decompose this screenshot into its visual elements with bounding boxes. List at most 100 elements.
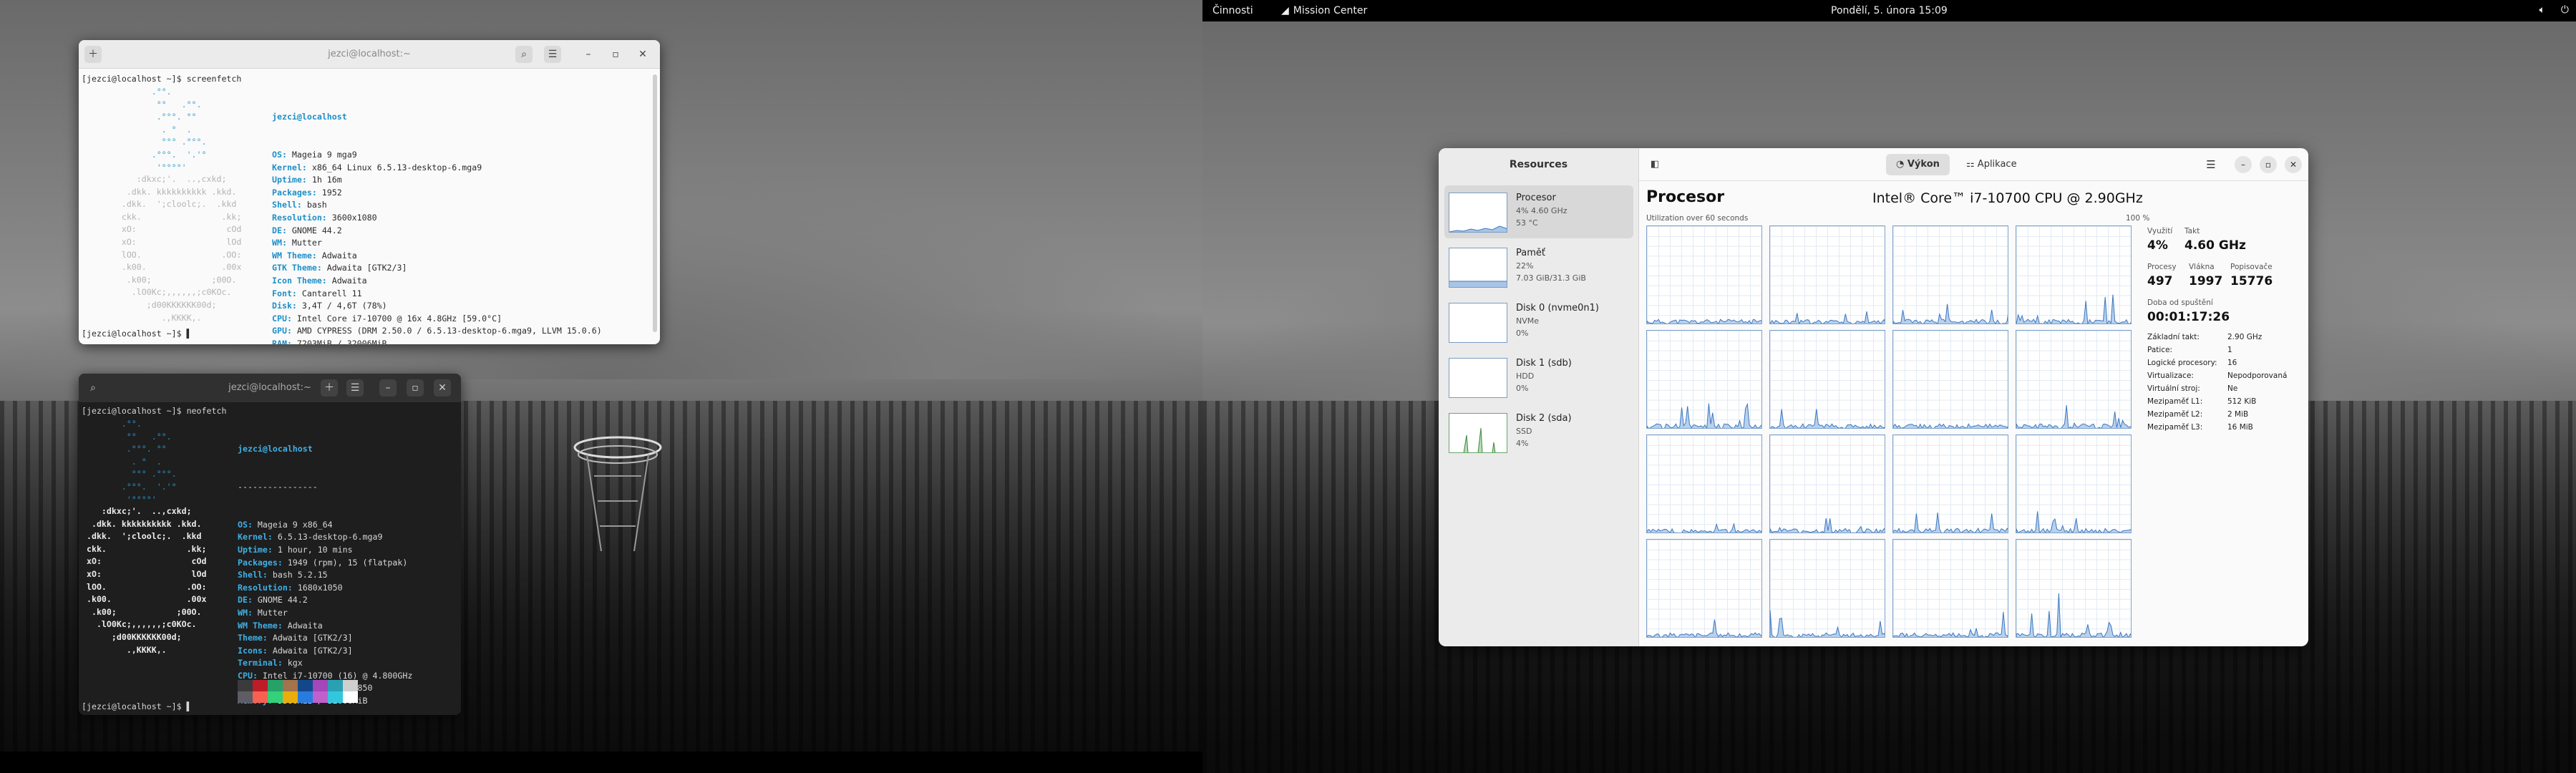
maximize-button[interactable]: ▫ — [407, 379, 424, 397]
close-button[interactable]: ✕ — [2285, 156, 2302, 173]
system-tray[interactable]: 🔈︎ ⏻ — [2539, 4, 2569, 16]
gnome-top-bar: Činnosti ◢ Mission Center Pondělí, 5. ún… — [1202, 0, 2576, 21]
info-row: DE: GNOME 44.2 — [272, 225, 602, 238]
clock[interactable]: Pondělí, 5. února 15:09 — [1831, 5, 1948, 16]
stat-proc-label: Procesy — [2147, 263, 2177, 271]
prompt-line: [jezci@localhost ~]$ ▌ — [82, 329, 192, 339]
info-value: 6.5.13-desktop-6.mga9 — [272, 532, 383, 543]
info-row: Shell: bash 5.2.15 — [238, 569, 412, 582]
detail-key: Mezipaměť L1: — [2147, 397, 2203, 406]
resource-item-3[interactable]: Disk 1 (sdb) HDD 0% — [1444, 351, 1633, 404]
close-icon: ✕ — [438, 382, 447, 394]
ascii-line: .,KKKK,. — [82, 644, 167, 655]
ascii-line: xO: lOd — [82, 568, 207, 579]
palette-swatch — [343, 680, 358, 691]
resource-name: Paměť — [1516, 248, 1545, 258]
close-button[interactable]: ✕ — [634, 46, 651, 63]
ascii-line: ckk. .kk; — [82, 543, 207, 554]
ascii-line: .°°°. '.'° — [82, 481, 177, 492]
info-value: bash 5.2.15 — [267, 570, 328, 580]
core-usage-plot — [2016, 511, 2131, 533]
minimize-button[interactable]: – — [2235, 156, 2252, 173]
terminal-output[interactable]: [jezci@localhost ~]$ screenfetch .°°. °°… — [79, 69, 660, 344]
resource-item-1[interactable]: Paměť 22% 7.03 GiB/31.3 GiB — [1444, 240, 1633, 293]
ascii-line: xO: lOd — [82, 236, 242, 247]
activities-button[interactable]: Činnosti — [1212, 5, 1253, 16]
volume-icon: 🔈︎ — [2539, 4, 2545, 16]
cpu-core-graph-13 — [1769, 539, 1885, 638]
menu-button[interactable]: ☰ — [346, 379, 364, 397]
terminal-title: jezci@localhost:~ — [228, 382, 311, 393]
stat-handles-value: 15776 — [2230, 274, 2273, 288]
info-row: WM Theme: Adwaita — [272, 250, 602, 263]
palette-swatch — [313, 691, 328, 703]
core-usage-plot — [1647, 619, 1761, 637]
close-icon: ✕ — [638, 49, 647, 60]
core-usage-plot — [2016, 405, 2131, 428]
resource-item-2[interactable]: Disk 0 (nvme0n1) NVMe 0% — [1444, 296, 1633, 349]
toggle-sidebar-button[interactable]: ◧ — [1646, 156, 1663, 173]
detail-key: Virtualizace: — [2147, 371, 2194, 380]
palette-swatch — [328, 680, 343, 691]
new-tab-button[interactable]: ＋ — [321, 379, 338, 397]
app-menu-button[interactable]: ◢ Mission Center — [1281, 5, 1367, 16]
info-row: Icon Theme: Adwaita — [272, 275, 602, 288]
info-value: Mutter — [252, 607, 288, 618]
palette-swatch — [283, 691, 298, 703]
info-key: Icons: — [238, 645, 268, 656]
tab-performance[interactable]: ◔ Výkon — [1886, 154, 1950, 175]
mission-center-headerbar: ◧ ◔ Výkon ⚏ Aplikace ☰ – ▫ ✕ — [1639, 148, 2308, 181]
desktop-bottom-bar — [0, 752, 1202, 773]
resource-name: Disk 0 (nvme0n1) — [1516, 303, 1599, 313]
ascii-line: :dkxc;'. ..,cxkd; — [82, 506, 192, 516]
terminal-window-screenfetch[interactable]: ＋ jezci@localhost:~ ⌕ ☰ – ▫ ✕ [jezci@loc… — [79, 40, 660, 344]
search-button[interactable]: ⌕ — [515, 46, 533, 63]
detail-key: Mezipaměť L2: — [2147, 410, 2203, 419]
info-row: GPU: AMD CYPRESS (DRM 2.50.0 / 6.5.13-de… — [272, 325, 602, 338]
detail-value: 512 KiB — [2227, 397, 2257, 406]
apps-icon: ⚏ — [1966, 159, 1975, 170]
info-key: Packages: — [272, 187, 317, 198]
core-usage-plot — [1893, 512, 2008, 533]
ascii-line: .°°°. °° — [82, 444, 167, 454]
info-value: Adwaita [GTK2/3] — [267, 645, 353, 656]
scrollbar[interactable] — [653, 74, 657, 332]
maximize-icon: ▫ — [2265, 160, 2272, 170]
menu-button[interactable]: ☰ — [544, 46, 561, 63]
search-icon: ⌕ — [521, 49, 527, 60]
core-usage-plot — [2016, 593, 2131, 637]
ascii-logo-color: .°°. °° .°°. .°°°. °° . ° . °°° .°°°. .°… — [82, 86, 207, 174]
main-menu-button[interactable]: ☰ — [2202, 156, 2220, 173]
terminal-window-neofetch[interactable]: ⌕ jezci@localhost:~ ＋ ☰ – ▫ ✕ [jezci@loc… — [79, 374, 461, 715]
stat-uptime-label: Doba od spuštění — [2147, 298, 2213, 307]
ascii-line: °°° .°°°. — [82, 469, 177, 480]
resource-line1: HDD — [1516, 371, 1535, 381]
ascii-line: .k00; ;00O. — [82, 606, 202, 617]
detail-key: Virtuální stroj: — [2147, 384, 2200, 393]
info-key: Shell: — [238, 570, 268, 580]
stat-proc-value: 497 — [2147, 274, 2173, 288]
info-key: GPU: — [272, 326, 292, 336]
info-key: DE: — [272, 225, 287, 235]
maximize-button[interactable]: ▫ — [2260, 156, 2277, 173]
resource-item-4[interactable]: Disk 2 (sda) SSD 4% — [1444, 406, 1633, 459]
tab-apps[interactable]: ⚏ Aplikace — [1956, 154, 2027, 175]
cpu-core-graph-10 — [1892, 434, 2008, 533]
minimize-button[interactable]: – — [580, 46, 597, 63]
info-value: Mageia 9 x86_64 — [252, 519, 333, 530]
gauge-icon: ◔ — [1896, 159, 1905, 170]
minimize-button[interactable]: – — [379, 379, 397, 397]
terminal-output[interactable]: [jezci@localhost ~]$ neofetch .°°. °° .°… — [79, 402, 461, 715]
close-button[interactable]: ✕ — [434, 379, 451, 397]
info-row: Uptime: 1h 16m — [272, 174, 602, 187]
terminal-title: jezci@localhost:~ — [328, 49, 411, 59]
mission-center-window[interactable]: Resources Procesor 4% 4.60 GHz 53 °C Paměť 2… — [1439, 148, 2308, 646]
resource-item-0[interactable]: Procesor 4% 4.60 GHz 53 °C — [1444, 185, 1633, 238]
maximize-button[interactable]: ▫ — [607, 46, 624, 63]
maximize-icon: ▫ — [612, 49, 619, 60]
info-key: Theme: — [238, 633, 268, 643]
ascii-line: '°°°°' — [82, 494, 157, 505]
utilization-caption: Utilization over 60 seconds — [1646, 214, 1749, 223]
cpu-core-graph-15 — [2016, 539, 2132, 638]
core-usage-plot — [1770, 517, 1885, 533]
